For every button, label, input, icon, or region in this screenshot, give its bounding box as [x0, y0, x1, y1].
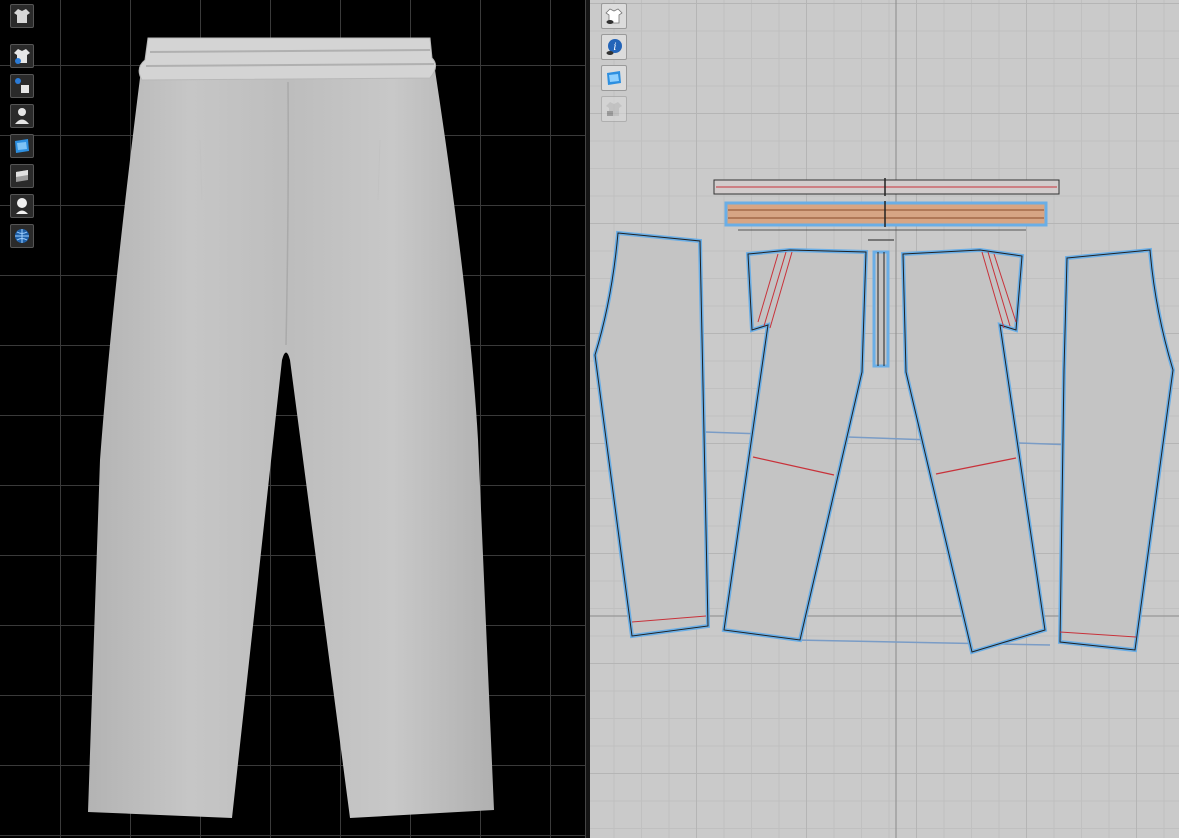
pants-leg-body: [88, 70, 494, 818]
waistband-3d: [138, 37, 436, 81]
waistband-top-piece: [713, 178, 1060, 196]
viewport-3d[interactable]: [0, 0, 585, 838]
right-back-leg-piece: [1057, 247, 1176, 653]
fly-strip-piece: [868, 239, 894, 368]
left-back-leg-piece: [592, 230, 711, 639]
waistband-bottom-piece: [724, 201, 1048, 231]
garment-3d-pants[interactable]: [0, 0, 585, 838]
viewport-2d[interactable]: i: [590, 0, 1179, 838]
pattern-canvas[interactable]: [590, 0, 1179, 838]
